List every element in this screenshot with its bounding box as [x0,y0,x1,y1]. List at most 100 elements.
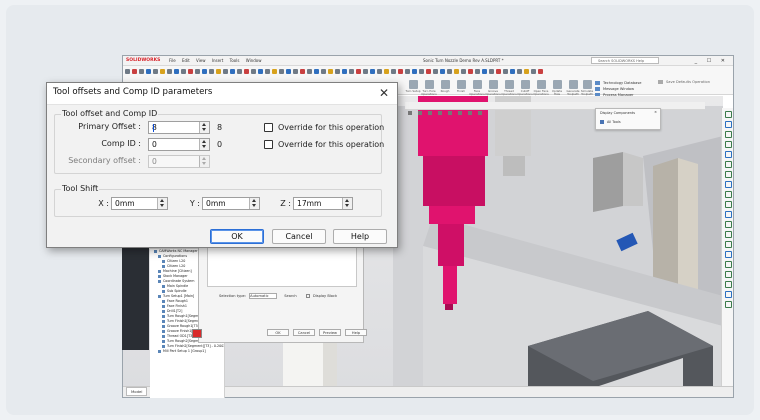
toolbar-icon[interactable] [475,69,480,74]
arrow-down-icon[interactable] [202,145,206,148]
task-icon[interactable] [725,181,732,188]
toolbar-icon[interactable] [377,69,382,74]
toolbar-icon[interactable] [181,69,186,74]
primary-offset-spinner[interactable]: 8 [148,121,210,134]
cad-search-input[interactable]: Search SOLIDWORKS Help [591,57,659,64]
menu-file[interactable]: File [169,58,176,63]
toolbar-icon[interactable] [160,69,165,74]
view-icon[interactable] [428,111,432,115]
task-icon[interactable] [725,261,732,268]
task-icon[interactable] [725,281,732,288]
arrow-up-icon[interactable] [202,123,206,126]
task-icon[interactable] [725,111,732,118]
toolbar-icon[interactable] [461,69,466,74]
toolbar-icon[interactable] [195,69,200,74]
arrow-down-icon[interactable] [160,204,164,207]
task-icon[interactable] [725,211,732,218]
view-icon[interactable] [418,111,422,115]
toolbar-icon[interactable] [251,69,256,74]
tb-open-face[interactable]: Open Face Operations [533,80,549,96]
ok-button[interactable]: OK [210,229,264,244]
toolbar-icon[interactable] [314,69,319,74]
bg-ok-button[interactable]: OK [267,329,289,336]
toolbar-icon[interactable] [223,69,228,74]
toolbar-icon[interactable] [433,69,438,74]
toolbar-icon[interactable] [286,69,291,74]
view-icon[interactable] [458,111,462,115]
save-defaults-button[interactable]: Save Defaults Operation [658,80,710,84]
toolbar-icon[interactable] [265,69,270,74]
task-icon[interactable] [725,241,732,248]
toolbar-icon[interactable] [517,69,522,74]
task-icon[interactable] [725,141,732,148]
task-icon[interactable] [725,221,732,228]
task-icon[interactable] [725,201,732,208]
selection-type-select[interactable]: Automatic [249,293,278,299]
toolbar-icon[interactable] [321,69,326,74]
toolbar-icon[interactable] [300,69,305,74]
menu-tools[interactable]: Tools [230,58,240,63]
view-icon[interactable] [448,111,452,115]
task-icon[interactable] [725,251,732,258]
view-icon[interactable] [478,111,482,115]
spinner-arrows[interactable] [199,122,209,133]
task-icon[interactable] [725,151,732,158]
toolbar-icon[interactable] [454,69,459,74]
toolbar-icon[interactable] [356,69,361,74]
task-icon[interactable] [725,231,732,238]
toolbar-icon[interactable] [202,69,207,74]
toolbar-icon[interactable] [489,69,494,74]
task-icon[interactable] [725,291,732,298]
menu-view[interactable]: View [196,58,206,63]
arrow-down-icon[interactable] [345,204,349,207]
tb-groove[interactable]: Groove Operations [485,80,501,96]
spinner-arrows[interactable] [199,139,209,150]
toolbar-icon[interactable] [188,69,193,74]
toolbar-icon[interactable] [167,69,172,74]
toolbar-icon[interactable] [447,69,452,74]
menu-window[interactable]: Window [246,58,262,63]
arrow-down-icon[interactable] [202,128,206,131]
toolbar-icon[interactable] [426,69,431,74]
help-button[interactable]: Help [333,229,387,244]
toolbar-icon[interactable] [293,69,298,74]
bg-cancel-button[interactable]: Cancel [293,329,315,336]
spinner-arrows[interactable] [342,198,352,209]
comp-id-spinner[interactable]: 0 [148,138,210,151]
arrow-up-icon[interactable] [160,199,164,202]
toolbar-icon[interactable] [307,69,312,74]
toolbar-icon[interactable] [328,69,333,74]
toolbar-icon[interactable] [139,69,144,74]
search-button[interactable]: Search [284,294,296,298]
task-icon[interactable] [725,131,732,138]
toolbar-icon[interactable] [510,69,515,74]
menu-edit[interactable]: Edit [182,58,190,63]
tb-turn-hole[interactable]: Turn Hole Operations [421,80,437,96]
tb-cutoff[interactable]: Cutoff Operations [517,80,533,96]
override-checkbox-1[interactable]: Override for this operation [264,123,384,132]
view-icon[interactable] [408,111,412,115]
toolbar-icon[interactable] [412,69,417,74]
task-icon[interactable] [725,191,732,198]
tb-face[interactable]: Face Operations [469,80,485,96]
close-icon[interactable]: ✕ [377,85,391,101]
spinner-arrows[interactable] [249,198,259,209]
view-icon[interactable] [438,111,442,115]
toolbar-icon[interactable] [237,69,242,74]
x-shift-spinner[interactable]: 0mm [111,197,168,210]
toolbar-icon[interactable] [146,69,151,74]
tb-rough[interactable]: Rough [437,80,453,93]
bg-preview-button[interactable]: Preview [319,329,341,336]
toolbar-icon[interactable] [132,69,137,74]
display-block-checkbox[interactable] [305,294,310,298]
view-icon[interactable] [468,111,472,115]
toolbar-icon[interactable] [216,69,221,74]
toolbar-icon[interactable] [538,69,543,74]
toolbar-icon[interactable] [384,69,389,74]
z-shift-spinner[interactable]: 17mm [293,197,353,210]
toolbar-icon[interactable] [370,69,375,74]
toolbar-icon[interactable] [503,69,508,74]
toolbar-icon[interactable] [258,69,263,74]
arrow-up-icon[interactable] [202,140,206,143]
task-icon[interactable] [725,301,732,308]
